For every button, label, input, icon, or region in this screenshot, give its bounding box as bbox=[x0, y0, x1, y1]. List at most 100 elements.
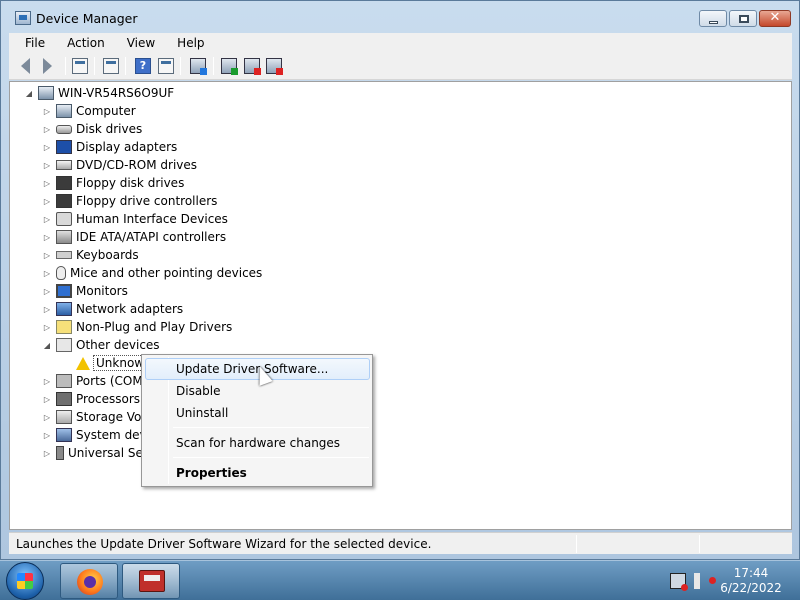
menu-help[interactable]: Help bbox=[162, 36, 211, 50]
menu-view[interactable]: View bbox=[112, 36, 162, 50]
tree-item[interactable]: ▷ DVD/CD-ROM drives bbox=[42, 156, 197, 174]
show-hide-action-pane-button[interactable] bbox=[158, 58, 174, 74]
expand-arrow-icon[interactable]: ▷ bbox=[42, 395, 52, 404]
collapse-arrow-icon[interactable]: ◢ bbox=[42, 341, 52, 350]
forward-button[interactable] bbox=[43, 58, 59, 74]
expand-arrow-icon[interactable]: ▷ bbox=[42, 215, 52, 224]
hid-icon bbox=[56, 212, 72, 226]
tree-item-label: Ports (COM bbox=[76, 374, 143, 388]
menu-file[interactable]: File bbox=[9, 36, 52, 50]
tree-item[interactable]: ▷ Network adapters bbox=[42, 300, 183, 318]
toolbar-separator bbox=[180, 57, 181, 75]
expand-arrow-icon[interactable]: ▷ bbox=[42, 431, 52, 440]
tree-item-label: Display adapters bbox=[76, 140, 178, 154]
tree-item-label: Processors bbox=[76, 392, 141, 406]
tree-item[interactable]: ▷ Display adapters bbox=[42, 138, 177, 156]
expand-arrow-icon[interactable]: ▷ bbox=[42, 251, 52, 260]
expand-arrow-icon[interactable]: ▷ bbox=[42, 449, 52, 458]
menu-action[interactable]: Action bbox=[52, 36, 112, 50]
expand-arrow-icon[interactable]: ▷ bbox=[42, 179, 52, 188]
tree-item[interactable]: ▷ Mice and other pointing devices bbox=[42, 264, 262, 282]
tree-item[interactable]: ▷ Disk drives bbox=[42, 120, 142, 138]
volume-muted-icon[interactable] bbox=[694, 573, 716, 589]
tree-item[interactable]: ▷ Ports (COM bbox=[42, 372, 143, 390]
taskbar-firefox-button[interactable] bbox=[60, 563, 118, 599]
tree-item[interactable]: ▷ Monitors bbox=[42, 282, 128, 300]
expand-arrow-icon[interactable]: ▷ bbox=[42, 287, 52, 296]
tree-item[interactable]: ▷ Human Interface Devices bbox=[42, 210, 228, 228]
show-hide-console-tree-button[interactable] bbox=[72, 58, 88, 74]
back-button[interactable] bbox=[21, 58, 37, 74]
disable-item[interactable]: Disable bbox=[145, 380, 370, 402]
clock[interactable]: 17:44 6/22/2022 bbox=[716, 566, 786, 596]
start-button[interactable] bbox=[6, 562, 44, 600]
status-text: Launches the Update Driver Software Wiza… bbox=[16, 537, 432, 551]
context-menu-separator bbox=[173, 457, 369, 458]
expand-arrow-icon[interactable]: ▷ bbox=[42, 143, 52, 152]
tree-item-other-devices[interactable]: ◢ Other devices bbox=[42, 336, 160, 354]
toolbar-separator bbox=[125, 57, 126, 75]
warning-icon bbox=[76, 356, 90, 370]
collapse-arrow-icon[interactable]: ◢ bbox=[24, 89, 34, 98]
tree-item[interactable]: ▷ Universal Se bbox=[42, 444, 143, 462]
tree-item[interactable]: ▷ Processors bbox=[42, 390, 140, 408]
expand-arrow-icon[interactable]: ▷ bbox=[42, 305, 52, 314]
ide-controller-icon bbox=[56, 230, 72, 244]
help-icon[interactable]: ? bbox=[135, 58, 151, 74]
device-tree[interactable]: ◢ WIN-VR54RS6O9UF ▷ Computer ▷ Disk drives… bbox=[9, 81, 792, 530]
update-driver-icon[interactable] bbox=[221, 58, 238, 75]
scan-hardware-changes-item[interactable]: Scan for hardware changes bbox=[145, 432, 370, 454]
expand-arrow-icon[interactable]: ▷ bbox=[42, 269, 52, 278]
tree-item-label: DVD/CD-ROM drives bbox=[76, 158, 198, 172]
tree-item-label: Floppy disk drives bbox=[76, 176, 185, 190]
display-adapter-icon bbox=[56, 140, 72, 154]
context-menu-separator bbox=[173, 427, 369, 428]
uninstall-item[interactable]: Uninstall bbox=[145, 402, 370, 424]
clock-date: 6/22/2022 bbox=[720, 581, 782, 595]
tree-item-label: Network adapters bbox=[76, 302, 184, 316]
tree-item-unknown-device[interactable]: Unknow bbox=[76, 354, 148, 372]
tree-item[interactable]: ▷ Storage Volu bbox=[42, 408, 152, 426]
tree-item[interactable]: ▷ Keyboards bbox=[42, 246, 139, 264]
maximize-button[interactable] bbox=[729, 10, 757, 27]
minimize-icon bbox=[709, 21, 718, 24]
expand-arrow-icon[interactable]: ▷ bbox=[42, 197, 52, 206]
tree-item[interactable]: ▷ Floppy drive controllers bbox=[42, 192, 217, 210]
taskbar-device-manager-button[interactable] bbox=[122, 563, 180, 599]
maximize-icon bbox=[739, 15, 749, 23]
floppy-disk-icon bbox=[56, 176, 72, 190]
minimize-button[interactable] bbox=[699, 10, 727, 27]
tree-item[interactable]: ▷ Non-Plug and Play Drivers bbox=[42, 318, 232, 336]
tree-item[interactable]: ▷ System devi bbox=[42, 426, 150, 444]
tree-item[interactable]: ▷ IDE ATA/ATAPI controllers bbox=[42, 228, 226, 246]
window-controls: ✕ bbox=[699, 10, 791, 27]
expand-arrow-icon[interactable]: ▷ bbox=[42, 125, 52, 134]
expand-arrow-icon[interactable]: ▷ bbox=[42, 323, 52, 332]
processor-icon bbox=[56, 392, 72, 406]
tree-item-label: Disk drives bbox=[76, 122, 143, 136]
network-status-icon[interactable] bbox=[670, 573, 688, 591]
tree-item[interactable]: ▷ Floppy disk drives bbox=[42, 174, 184, 192]
toolbar: ? bbox=[9, 52, 792, 80]
tree-item-label: Human Interface Devices bbox=[76, 212, 228, 226]
uninstall-device-icon[interactable] bbox=[244, 58, 261, 75]
forward-arrow-icon bbox=[43, 58, 52, 74]
tree-root[interactable]: ◢ WIN-VR54RS6O9UF bbox=[24, 84, 174, 102]
expand-arrow-icon[interactable]: ▷ bbox=[42, 413, 52, 422]
tree-item-label: IDE ATA/ATAPI controllers bbox=[76, 230, 227, 244]
expand-arrow-icon[interactable]: ▷ bbox=[42, 377, 52, 386]
scan-hardware-icon[interactable] bbox=[190, 58, 207, 75]
close-button[interactable]: ✕ bbox=[759, 10, 791, 27]
taskbar: 17:44 6/22/2022 bbox=[0, 560, 800, 600]
expand-arrow-icon[interactable]: ▷ bbox=[42, 233, 52, 242]
clock-time: 17:44 bbox=[733, 566, 769, 580]
mouse-icon bbox=[56, 266, 66, 280]
tree-item[interactable]: ▷ Computer bbox=[42, 102, 136, 120]
expand-arrow-icon[interactable]: ▷ bbox=[42, 107, 52, 116]
expand-arrow-icon[interactable]: ▷ bbox=[42, 161, 52, 170]
close-icon: ✕ bbox=[769, 10, 781, 25]
title-bar[interactable]: Device Manager ✕ bbox=[1, 1, 799, 33]
disable-device-icon[interactable] bbox=[266, 58, 283, 75]
properties-item[interactable]: Properties bbox=[145, 462, 370, 484]
properties-toolbar-button[interactable] bbox=[103, 58, 119, 74]
